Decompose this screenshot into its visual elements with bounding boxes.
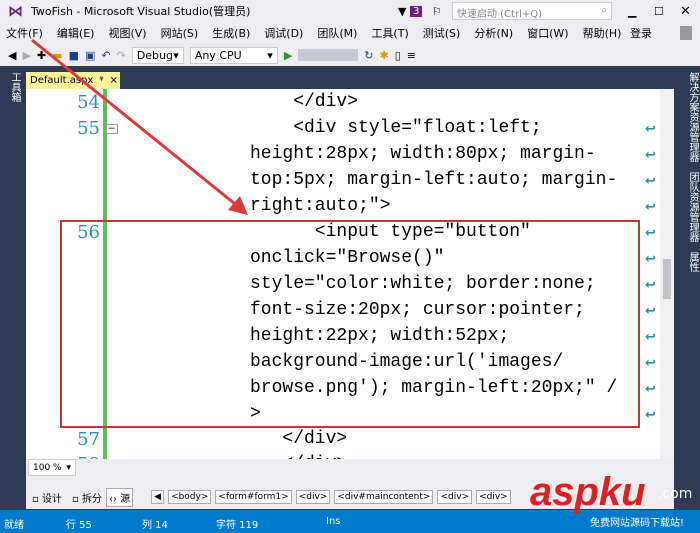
crumb-div-2[interactable]: <div> — [437, 490, 473, 504]
status-line: 行 55 — [66, 520, 92, 531]
crumb-body[interactable]: <body> — [168, 490, 212, 504]
status-col: 列 14 — [142, 520, 168, 531]
red-arrow-annotation — [31, 38, 248, 215]
status-ready: 就绪 — [4, 520, 24, 531]
crumb-div-maincontent[interactable]: <div#maincontent> — [334, 490, 434, 504]
watermark-slogan: 免费网站源码下载站! — [590, 518, 685, 529]
split-view-button[interactable]: ▫ 拆分 — [72, 490, 102, 505]
watermark-brand: aspku — [530, 470, 646, 514]
crumb-div-3[interactable]: <div> — [476, 490, 511, 504]
crumb-div[interactable]: <div> — [295, 490, 331, 504]
status-mode: Ins — [326, 516, 341, 527]
design-view-button[interactable]: ▫ 设计 — [32, 490, 62, 505]
zoom-select[interactable]: 100 % ▾ — [28, 459, 76, 476]
crumb-left-icon[interactable]: ◀ — [151, 490, 165, 504]
watermark-suffix: .com — [658, 486, 693, 502]
status-char: 字符 119 — [216, 520, 259, 531]
watermark: aspku .com 免费网站源码下载站! — [530, 472, 700, 533]
source-view-button[interactable]: ‹› 源 — [105, 487, 134, 507]
zoom-value: 100 % — [33, 462, 62, 473]
crumb-form[interactable]: <form#form1> — [215, 490, 292, 504]
